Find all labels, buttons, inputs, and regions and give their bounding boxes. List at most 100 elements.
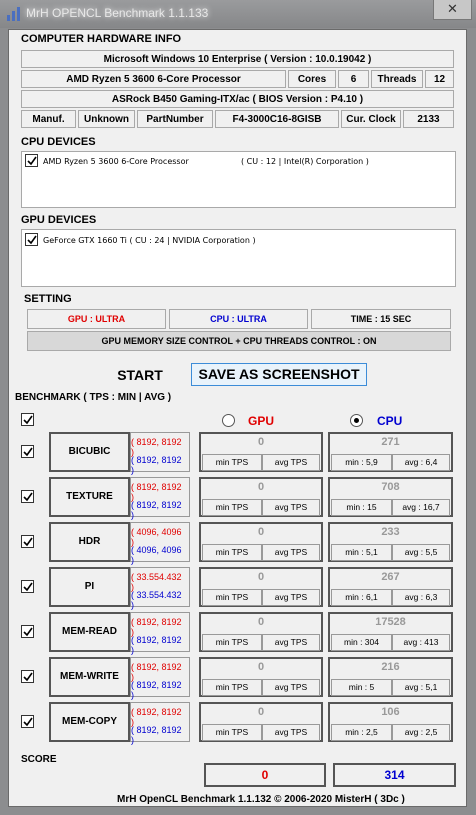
cpu-size: ( 8192, 8192 ) — [131, 455, 182, 475]
gpu-avg-tps: avg TPS — [262, 724, 320, 741]
gpu-size: ( 8192, 8192 ) — [131, 617, 182, 637]
cpu-min-tps: min : 2,5 — [331, 724, 392, 741]
gpu-min-tps: min TPS — [202, 634, 262, 651]
cpu-device-checkbox[interactable] — [25, 154, 38, 167]
cpu-avg-tps: avg : 16,7 — [392, 499, 450, 516]
check-icon — [23, 672, 33, 682]
check-icon — [23, 415, 33, 425]
benchmark-size: ( 8192, 8192 ) ( 8192, 8192 ) — [130, 702, 190, 745]
cpu-avg-tps: avg : 413 — [392, 634, 450, 651]
gpu-device-name: GeForce GTX 1660 Ti ( CU : 24 | NVIDIA C… — [43, 236, 256, 245]
cores-value: 6 — [338, 70, 369, 88]
gpu-result-value: 0 — [257, 436, 265, 448]
benchmark-row-checkbox[interactable] — [21, 535, 34, 548]
benchmark-size: ( 33.554.432 ) ( 33.554.432 ) — [130, 567, 190, 610]
cpu-setting: CPU : ULTRA — [169, 309, 308, 329]
gpu-size: ( 33.554.432 ) — [131, 572, 182, 592]
gpu-avg-tps: avg TPS — [262, 589, 320, 606]
time-setting: TIME : 15 SEC — [311, 309, 451, 329]
cpu-size: ( 33.554.432 ) — [131, 590, 182, 610]
gpu-size: ( 4096, 4096 ) — [131, 527, 182, 547]
benchmark-row-checkbox[interactable] — [21, 715, 34, 728]
benchmark-row-checkbox[interactable] — [21, 670, 34, 683]
gpu-result-value: 0 — [257, 661, 265, 673]
cpu-size: ( 8192, 8192 ) — [131, 635, 182, 655]
cpu-min-tps: min : 5,1 — [331, 544, 392, 561]
benchmark-size: ( 8192, 8192 ) ( 8192, 8192 ) — [130, 432, 190, 475]
gpu-avg-tps: avg TPS — [262, 499, 320, 516]
gpu-size: ( 8192, 8192 ) — [131, 662, 182, 682]
gpu-result-value: 0 — [257, 616, 265, 628]
gpu-min-tps: min TPS — [202, 454, 262, 471]
benchmark-name: TEXTURE — [49, 477, 130, 517]
benchmark-row-checkbox[interactable] — [21, 490, 34, 503]
hardware-header: COMPUTER HARDWARE INFO — [21, 33, 182, 45]
manuf-value: Unknown — [78, 110, 135, 128]
partnumber-label: PartNumber — [137, 110, 213, 128]
cpu-min-tps: min : 5 — [331, 679, 392, 696]
check-icon — [27, 156, 37, 166]
check-icon — [23, 492, 33, 502]
cpu-size: ( 8192, 8192 ) — [131, 680, 182, 700]
threads-label: Threads — [371, 70, 423, 88]
gpu-size: ( 8192, 8192 ) — [131, 707, 182, 727]
benchmark-size: ( 8192, 8192 ) ( 8192, 8192 ) — [130, 477, 190, 520]
close-button[interactable]: ✕ — [433, 0, 472, 20]
gpu-avg-tps: avg TPS — [262, 454, 320, 471]
gpu-device-checkbox[interactable] — [25, 233, 38, 246]
control-setting: GPU MEMORY SIZE CONTROL + CPU THREADS CO… — [27, 331, 451, 351]
cpu-avg-tps: avg : 5,5 — [392, 544, 450, 561]
benchmark-name: MEM-READ — [49, 612, 130, 652]
gpu-avg-tps: avg TPS — [262, 544, 320, 561]
check-icon — [23, 447, 33, 457]
cpu-result: 17528 min : 304 avg : 413 — [328, 612, 453, 652]
cpu-device-name: AMD Ryzen 5 3600 6-Core Processor — [43, 157, 189, 166]
cpu-min-tps: min : 6,1 — [331, 589, 392, 606]
gpu-size: ( 8192, 8192 ) — [131, 437, 182, 457]
gpu-result: 0 min TPS avg TPS — [199, 702, 323, 742]
gpu-avg-tps: avg TPS — [262, 634, 320, 651]
benchmark-row-checkbox[interactable] — [21, 580, 34, 593]
start-button[interactable]: START — [98, 365, 182, 385]
gpu-result: 0 min TPS avg TPS — [199, 432, 323, 472]
gpu-result: 0 min TPS avg TPS — [199, 567, 323, 607]
cpu-result-value: 216 — [381, 661, 400, 673]
cpu-device-info: ( CU : 12 | Intel(R) Corporation ) — [241, 157, 369, 166]
cpu-avg-tps: avg : 2,5 — [392, 724, 450, 741]
gpu-min-tps: min TPS — [202, 499, 262, 516]
benchmark-name: MEM-COPY — [49, 702, 130, 742]
cpu-radio[interactable] — [350, 414, 363, 427]
manuf-label: Manuf. — [21, 110, 76, 128]
title-bar[interactable]: MrH OPENCL Benchmark 1.1.133 ✕ — [0, 0, 476, 28]
cpu-result-value: 106 — [381, 706, 400, 718]
check-icon — [23, 717, 33, 727]
save-screenshot-button[interactable]: SAVE AS SCREENSHOT — [191, 363, 367, 386]
gpu-min-tps: min TPS — [202, 724, 262, 741]
gpu-setting: GPU : ULTRA — [27, 309, 166, 329]
check-icon — [23, 627, 33, 637]
cpu-size: ( 8192, 8192 ) — [131, 500, 182, 520]
check-icon — [27, 235, 37, 245]
gpu-device-list[interactable]: GeForce GTX 1660 Ti ( CU : 24 | NVIDIA C… — [21, 229, 456, 287]
gpu-result: 0 min TPS avg TPS — [199, 522, 323, 562]
cpu-result: 271 min : 5,9 avg : 6,4 — [328, 432, 453, 472]
cpu-size: ( 4096, 4096 ) — [131, 545, 182, 565]
setting-header: SETTING — [24, 293, 72, 305]
cpu-result-value: 17528 — [375, 616, 406, 628]
benchmark-size: ( 4096, 4096 ) ( 4096, 4096 ) — [130, 522, 190, 565]
benchmark-row-checkbox[interactable] — [21, 625, 34, 638]
gpu-radio[interactable] — [222, 414, 235, 427]
cpu-result: 233 min : 5,1 avg : 5,5 — [328, 522, 453, 562]
benchmark-size: ( 8192, 8192 ) ( 8192, 8192 ) — [130, 612, 190, 655]
cpu-radio-label: CPU — [377, 414, 403, 428]
cpu-avg-tps: avg : 6,3 — [392, 589, 450, 606]
cpu-min-tps: min : 5,9 — [331, 454, 392, 471]
select-all-checkbox[interactable] — [21, 413, 34, 426]
gpu-result: 0 min TPS avg TPS — [199, 657, 323, 697]
gpu-devices-header: GPU DEVICES — [21, 214, 97, 226]
partnumber-value: F4-3000C16-8GISB — [215, 110, 339, 128]
benchmark-row-checkbox[interactable] — [21, 445, 34, 458]
radio-dot-icon — [354, 418, 359, 423]
cpu-device-list[interactable]: AMD Ryzen 5 3600 6-Core Processor ( CU :… — [21, 151, 456, 208]
gpu-result-value: 0 — [257, 526, 265, 538]
